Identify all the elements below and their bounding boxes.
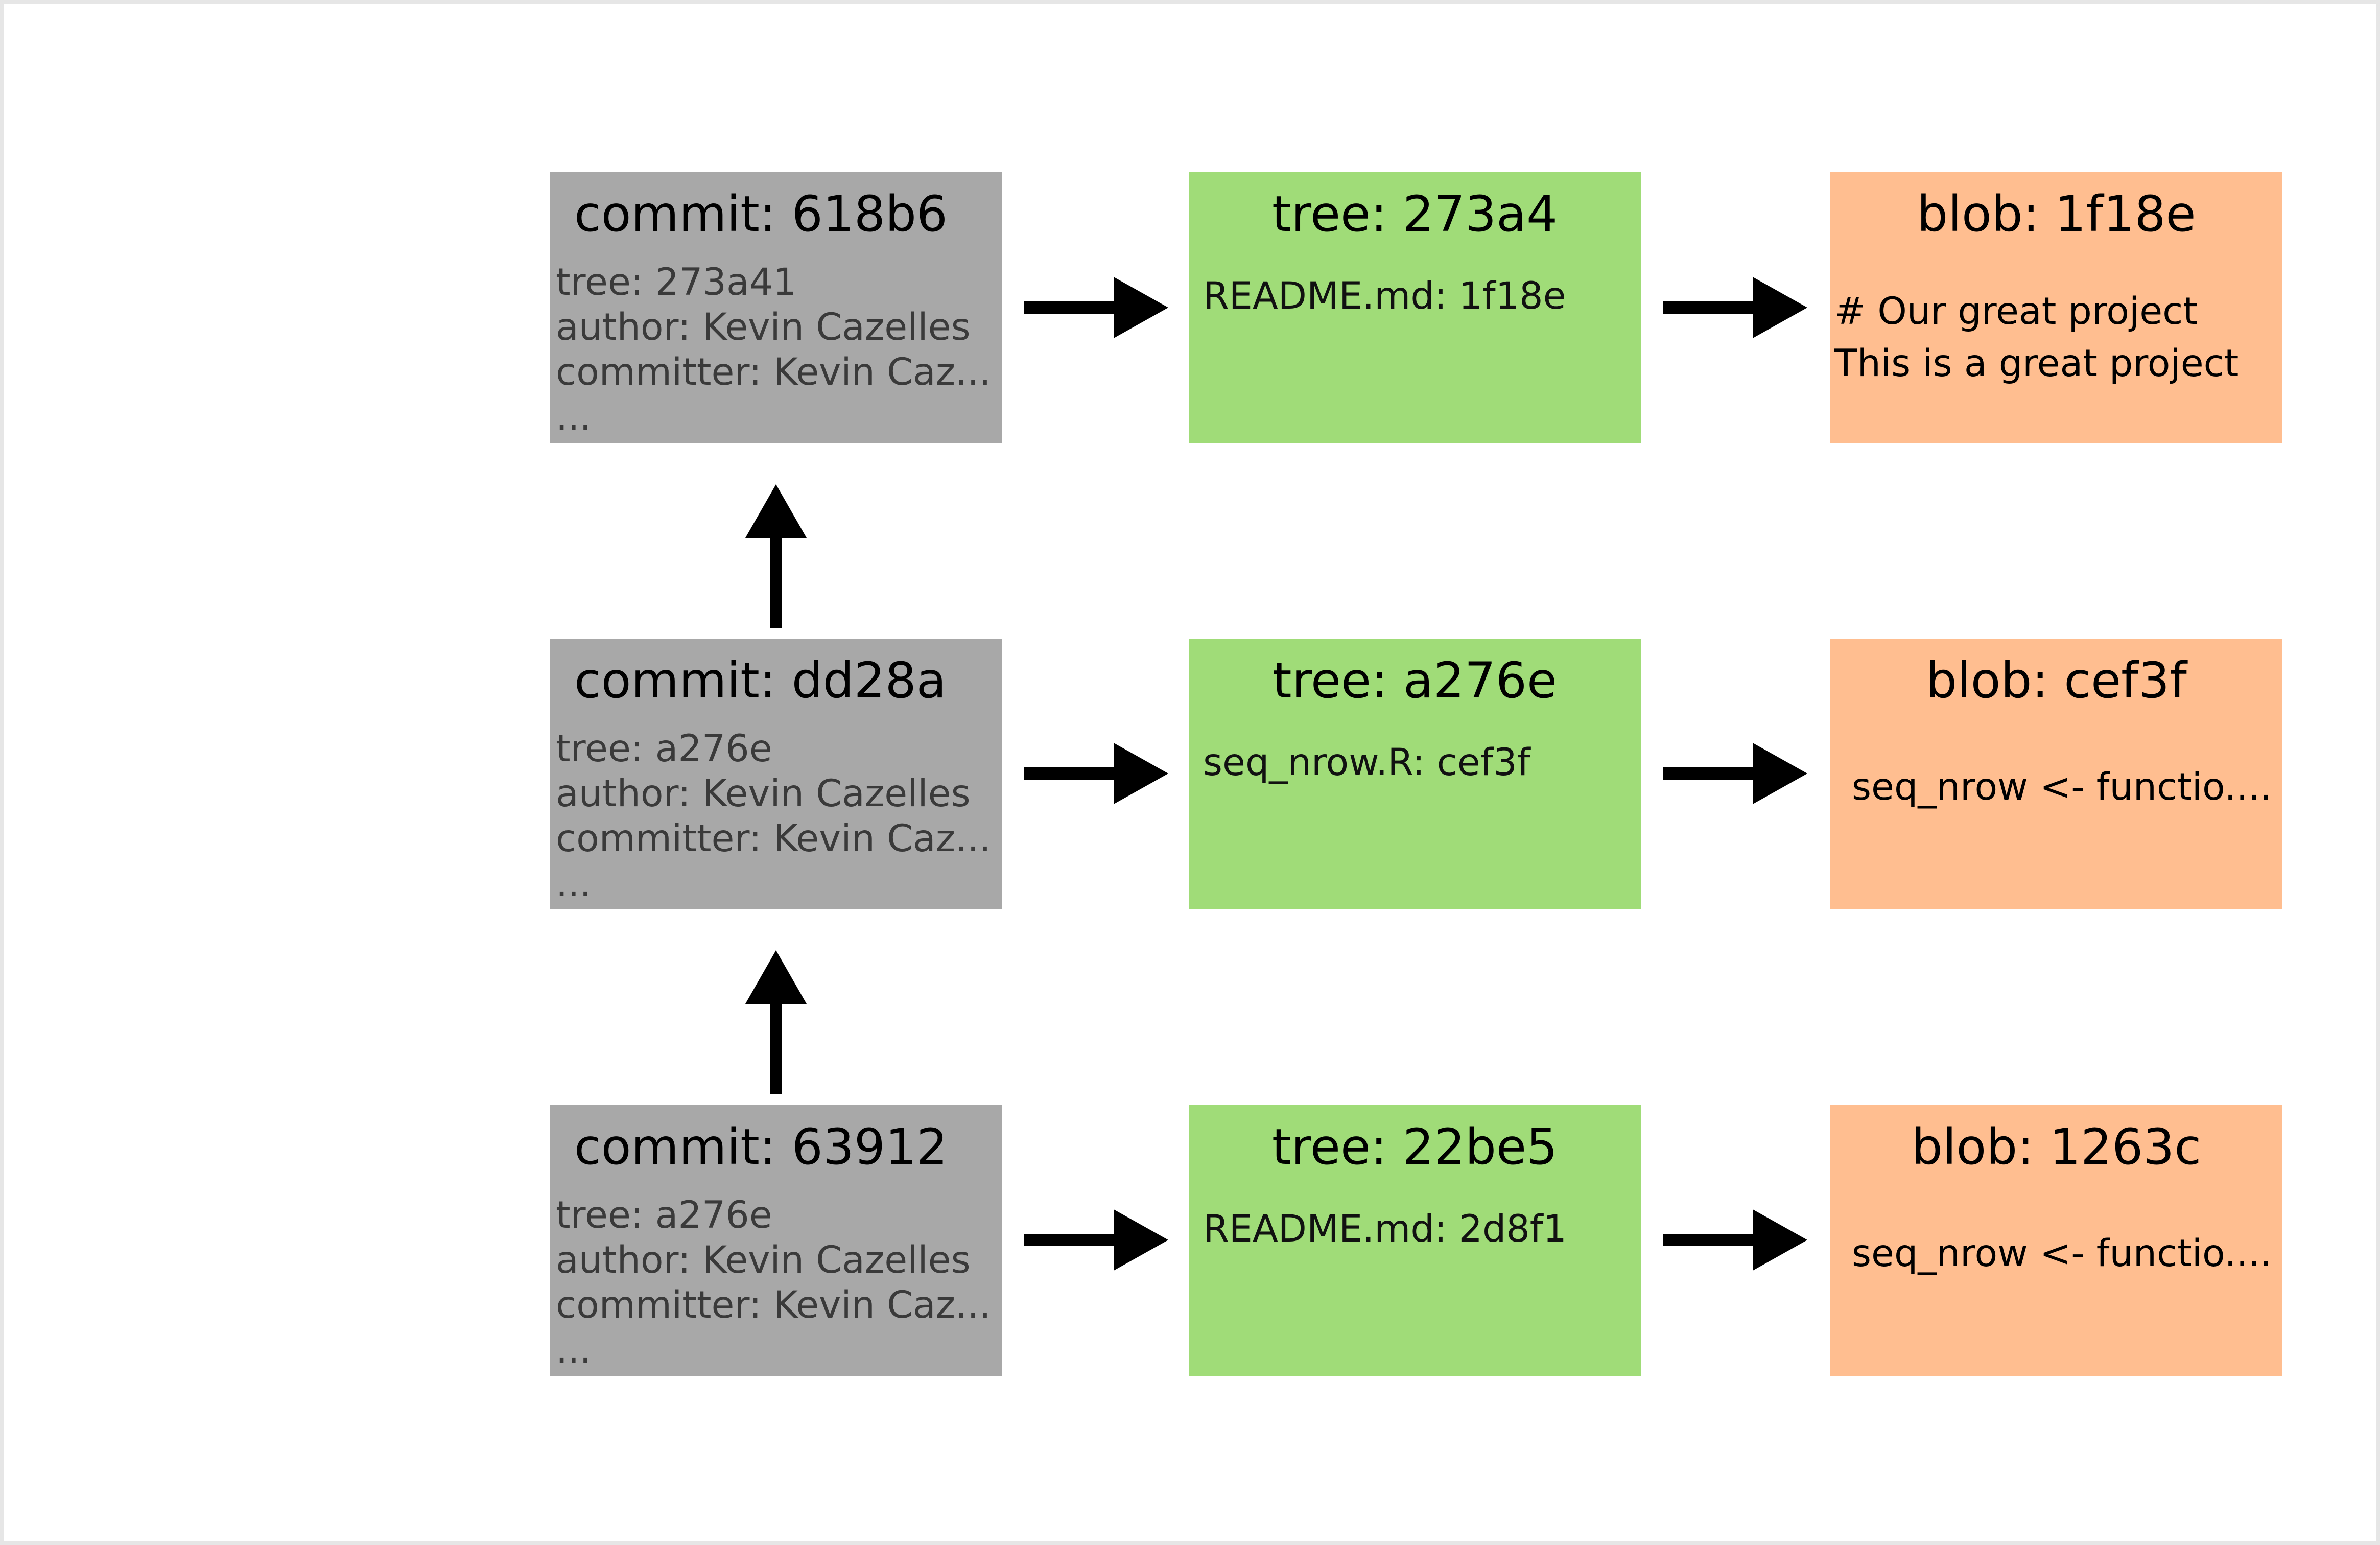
commit-to-tree-arrow [1024,1209,1168,1271]
tree-to-blob-arrow [1663,743,1807,804]
tree-to-blob-arrow [1663,277,1807,338]
parent-commit-arrow [745,950,807,1094]
commit-to-tree-arrow [1024,743,1168,804]
commit-to-tree-arrow [1024,277,1168,338]
tree-to-blob-arrow [1663,1209,1807,1271]
arrow-layer [745,277,1807,1271]
parent-commit-arrow [745,484,807,628]
